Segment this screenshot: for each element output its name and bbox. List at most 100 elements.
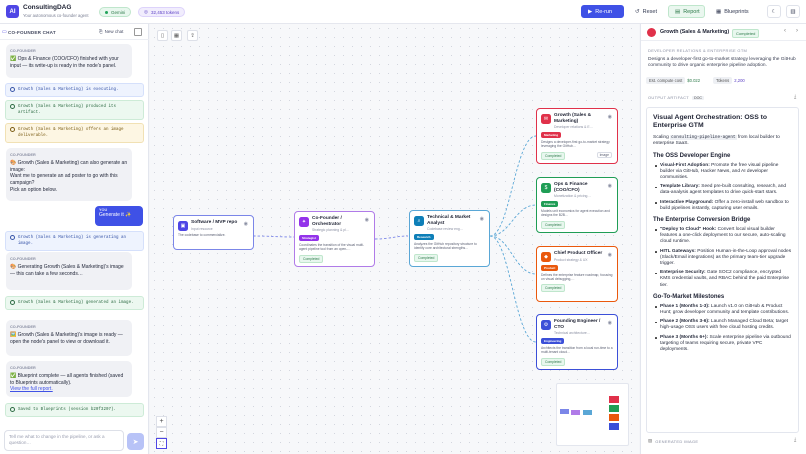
list-item-lead: Enterprise Security: [660,270,706,276]
eye-icon[interactable]: ◉ [608,252,612,258]
download-icon[interactable]: ⤓ [794,94,796,100]
node-description: Defines the enterprise feature roadmap, … [541,272,613,281]
reset-button[interactable]: ↺ Reset [629,5,663,18]
chat-panel: ▭ CO-FOUNDER CHAT ⎘ New chat CO-FOUNDER ✅… [0,24,149,454]
edge [489,235,537,275]
new-chat-icon: ⎘ [99,29,103,34]
node-role-badge: Product [541,264,559,271]
node-description: Architects the transition from a local r… [541,346,613,355]
new-chat-button[interactable]: ⎘ New chat [99,29,123,34]
message-text: 🎨 Generating Growth (Sales & Marketing)'… [10,263,124,277]
node-title: Technical & Market Analyst [427,215,471,226]
rerun-button[interactable]: ▶ Re-run [581,5,624,18]
artifact-document: Visual Agent Orchestration: OSS to Enter… [646,107,799,433]
info-icon [10,235,15,240]
new-chat-label: New chat [104,29,124,34]
node-orchestrator[interactable]: ✦ ◉ Co-Founder / Orchestrator Strategic … [294,211,375,267]
node-subtitle: Codebase review eng… [427,227,464,232]
node-role-badge: Marketing [541,132,562,139]
app-header: AI ConsultingDAG Your autonomous co-foun… [0,0,806,24]
details-status-badge: Completed [732,29,760,38]
node-analyst[interactable]: ⌕ ◉ Technical & Market Analyst Codebase … [409,210,490,267]
pipeline-canvas[interactable]: ▯ ▦ ⇪ ▣ ◉ Software / MVP repo Input reso… [150,24,639,454]
blueprints-button[interactable]: ▦ Blueprints [710,5,755,18]
list-item-lead: "Deploy to Cloud" Hook: [660,227,717,233]
artifact-header: OUTPUT ARTIFACT DOC [648,95,705,100]
eye-icon[interactable]: ◉ [244,221,248,227]
view-report-link[interactable]: View the full report. [10,386,128,393]
node-status-badge: Completed [541,151,566,160]
eye-icon[interactable]: ◉ [365,217,369,223]
node-growth[interactable]: ✉ ◉ Growth (Sales & Marketing) Developer… [536,108,618,164]
report-button[interactable]: ▤ Report [668,5,705,18]
cost-label: Est. compute cost [646,77,686,84]
cofounder-message: CO-FOUNDER 🎨 Generating Growth (Sales & … [6,252,132,290]
list-item: Visual-First Adoption: Promote the free … [653,163,792,182]
node-subtitle: Product strategy & UX [554,257,588,262]
message-text: 🖼️ Growth (Sales & Marketing)'s image is… [10,331,123,345]
minimap[interactable] [556,383,629,446]
node-cto[interactable]: ⚙ ◉ Founding Engineer / CTO Technical ar… [536,314,618,370]
intro-text: Scaling [653,134,669,140]
expand-icon: ⛶ [159,440,164,447]
node-product[interactable]: ◆ ◉ Chief Product Officer Product strate… [536,246,618,302]
collapse-panel-icon[interactable] [134,28,142,36]
layout-toggle-button[interactable]: ▥ [786,5,800,18]
chevron-right-icon[interactable]: › [796,28,798,34]
repo-icon: ▣ [178,221,188,231]
check-circle-icon [10,300,15,305]
chevron-left-icon[interactable]: ‹ [784,28,786,34]
list-item: Phase 1 (Months 1-3): Launch v1.0 on Git… [653,304,792,316]
download-icon[interactable]: ⤓ [794,437,796,443]
list-item: "Deploy to Cloud" Hook: Convert local vi… [653,227,792,246]
list-item-lead: Visual-First Adoption: [660,162,710,168]
chat-title: CO-FOUNDER CHAT [8,30,56,35]
send-icon: ➤ [132,438,139,446]
app-subtitle: Your autonomous co-founder agent [23,13,89,18]
doc-intro: Scaling consulting-pipeline-agent from l… [653,134,792,148]
edge [489,235,537,343]
analyst-icon: ⌕ [414,216,424,226]
artifact-label: OUTPUT ARTIFACT [648,95,690,100]
generated-image-header: ▨ GENERATED IMAGE [648,438,698,444]
eye-icon[interactable]: ◉ [480,216,484,222]
eye-icon[interactable]: ◉ [608,114,612,120]
node-role-badge: Strategist [299,235,319,242]
reset-label: Reset [642,8,657,15]
mode-pill: Gemini [99,7,132,17]
intro-code: consulting-pipeline-agent [670,134,737,140]
engineering-icon: ⚙ [541,320,551,330]
edge [489,135,537,237]
rerun-label: Re-run [595,8,613,15]
eye-icon[interactable]: ◉ [608,320,612,326]
chat-header: ▭ CO-FOUNDER CHAT ⎘ New chat [0,24,149,40]
chat-input[interactable]: Tell me what to change in the pipeline, … [4,430,124,451]
eye-icon[interactable]: ◉ [608,183,612,189]
node-description: Designs a developer-first go-to-market s… [541,140,610,149]
send-button[interactable]: ➤ [127,433,144,450]
app-logo: AI [6,5,19,18]
fit-screen-button[interactable]: ⛶ [156,438,167,449]
orchestrator-icon: ✦ [299,217,309,227]
status-saved: Saved to Blueprints (session b20f3207). [5,403,144,418]
zoom-in-button[interactable]: + [156,416,167,427]
list-item: HITL Gateways: Position Human-in-the-Loo… [653,249,792,268]
node-title: Growth (Sales & Marketing) [554,113,592,124]
theme-toggle-button[interactable]: ☾ [767,5,781,18]
node-subtitle: Strategic planning & pl… [312,228,350,233]
status-text: Growth (Sales & Marketing) offers an ima… [18,128,124,139]
node-finance[interactable]: $ ◉ Ops & Finance (COO/CFO) Monetization… [536,177,618,233]
message-text: Pick an option below. [10,186,57,193]
megaphone-icon: ✉ [541,114,551,124]
message-author: YOU [99,208,108,212]
node-software-repo[interactable]: ▣ ◉ Software / MVP repo Input resource T… [173,215,254,250]
zoom-out-button[interactable]: − [156,427,167,438]
cofounder-message: CO-FOUNDER 🖼️ Growth (Sales & Marketing)… [6,320,132,356]
tokens-pill: ◎ 32,453 tokens [138,7,186,17]
details-title: Growth (Sales & Marketing) [660,29,730,35]
doc-heading: Go-To-Market Milestones [653,293,725,300]
cost-value: $0.022 [687,78,701,83]
moon-icon: ☾ [771,8,777,15]
cost-chip: Est. compute cost $0.022 [646,77,700,84]
status-text: Growth (Sales & Marketing) is executing. [18,88,119,92]
